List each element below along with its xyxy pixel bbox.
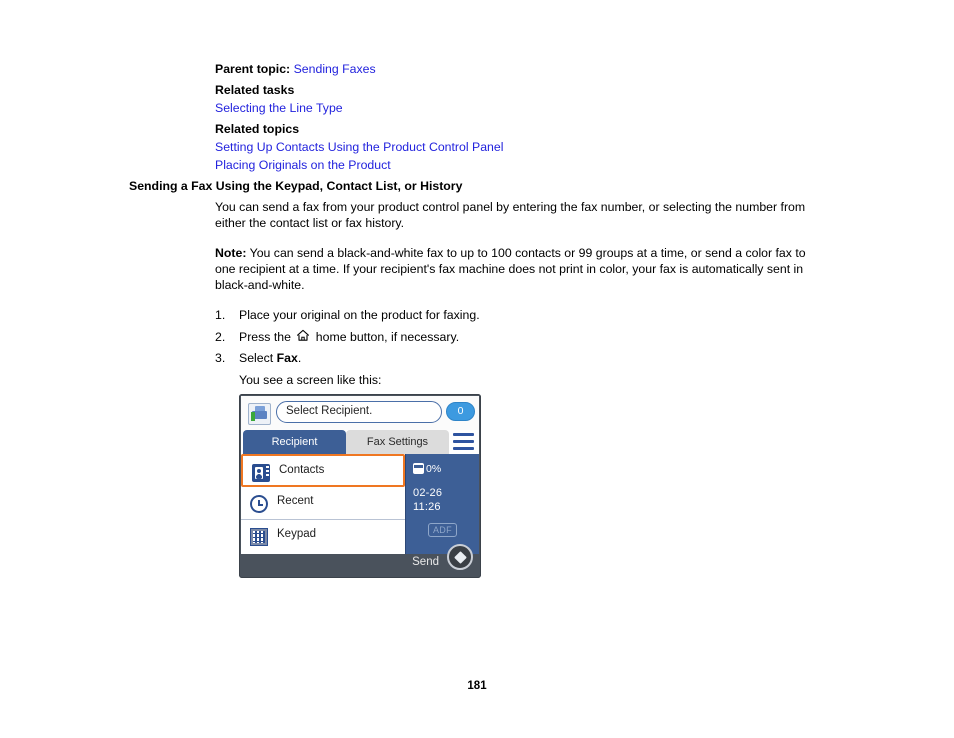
step-3-number: 3. (215, 351, 226, 365)
start-button-icon[interactable] (447, 544, 473, 570)
parent-topic-link[interactable]: Sending Faxes (294, 62, 376, 76)
home-icon (296, 329, 310, 346)
intro-paragraph: You can send a fax from your product con… (215, 200, 806, 231)
parent-topic-label: Parent topic: (215, 62, 291, 76)
status-time: 11:26 (413, 501, 441, 513)
step-2-text: Press the home button, if necessary. (239, 329, 459, 346)
related-topic-link-0[interactable]: Setting Up Contacts Using the Product Co… (215, 140, 503, 154)
step-3-text: Select Fax. (239, 350, 301, 366)
adf-badge: ADF (428, 523, 457, 537)
related-tasks-list: Selecting the Line Type (215, 101, 343, 116)
hamburger-menu-icon[interactable] (453, 433, 474, 450)
device-bottom-strip: Send (241, 544, 479, 576)
menu-item-contacts-label: Contacts (279, 464, 325, 476)
step-3-text-before: Select (239, 351, 274, 365)
note-block: Note: You can send a black-and-white fax… (215, 245, 819, 294)
lcd-top-bar: Select Recipient. 0 (241, 396, 479, 430)
page-number: 181 (467, 680, 487, 692)
note-label: Note: (215, 246, 247, 260)
related-topics-heading: Related topics (215, 122, 300, 136)
control-panel-screenshot: Select Recipient. 0 Recipient Fax Settin… (239, 394, 481, 578)
step-2-text-before: Press the (239, 329, 291, 344)
note-text: You can send a black-and-white fax to up… (215, 246, 806, 293)
recipient-input-value: Select Recipient. (286, 405, 373, 417)
lcd-tab-bar: Recipient Fax Settings (241, 430, 479, 454)
fax-machine-icon (248, 403, 271, 425)
menu-item-recent-label: Recent (277, 495, 314, 507)
step-2-number: 2. (215, 329, 226, 344)
related-task-link-0[interactable]: Selecting the Line Type (215, 101, 343, 115)
tab-recipient[interactable]: Recipient (243, 430, 346, 454)
lcd-content: Contacts Recent Keypad 0% 02-26 11:26 AD… (241, 454, 479, 554)
step-1-text: Place your original on the product for f… (239, 308, 480, 322)
related-topic-link-1[interactable]: Placing Originals on the Product (215, 158, 391, 172)
lcd-screen: Select Recipient. 0 Recipient Fax Settin… (241, 396, 479, 554)
step-3-emphasis: Fax (276, 351, 298, 365)
status-date: 02-26 (413, 487, 443, 499)
menu-item-keypad[interactable]: Keypad (241, 520, 405, 553)
recipient-count-badge: 0 (446, 402, 475, 421)
recipient-input[interactable]: Select Recipient. (276, 401, 442, 423)
recipient-menu-list: Contacts Recent Keypad (241, 454, 405, 554)
menu-item-contacts[interactable]: Contacts (241, 454, 405, 487)
parent-topic-line: Parent topic: Sending Faxes (215, 62, 376, 77)
related-topics-list: Setting Up Contacts Using the Product Co… (215, 140, 503, 173)
tab-fax-settings[interactable]: Fax Settings (346, 430, 449, 454)
keypad-icon (250, 528, 268, 546)
step-1-number: 1. (215, 308, 226, 322)
contacts-icon (252, 464, 270, 482)
recent-history-icon (250, 495, 268, 513)
related-tasks-heading: Related tasks (215, 83, 295, 97)
lcd-status-panel: 0% 02-26 11:26 ADF (405, 454, 479, 554)
memory-status: 0% (413, 459, 441, 477)
step-3-text-after: . (297, 351, 302, 365)
menu-item-recent[interactable]: Recent (241, 487, 405, 520)
step-2-text-after: home button, if necessary. (315, 329, 460, 344)
send-label: Send (412, 556, 439, 568)
menu-item-keypad-label: Keypad (277, 528, 317, 540)
memory-percent: 0% (426, 463, 442, 475)
section-heading: Sending a Fax Using the Keypad, Contact … (129, 179, 463, 193)
document-page: Parent topic: Sending Faxes Related task… (0, 0, 954, 738)
memory-icon (413, 463, 424, 474)
